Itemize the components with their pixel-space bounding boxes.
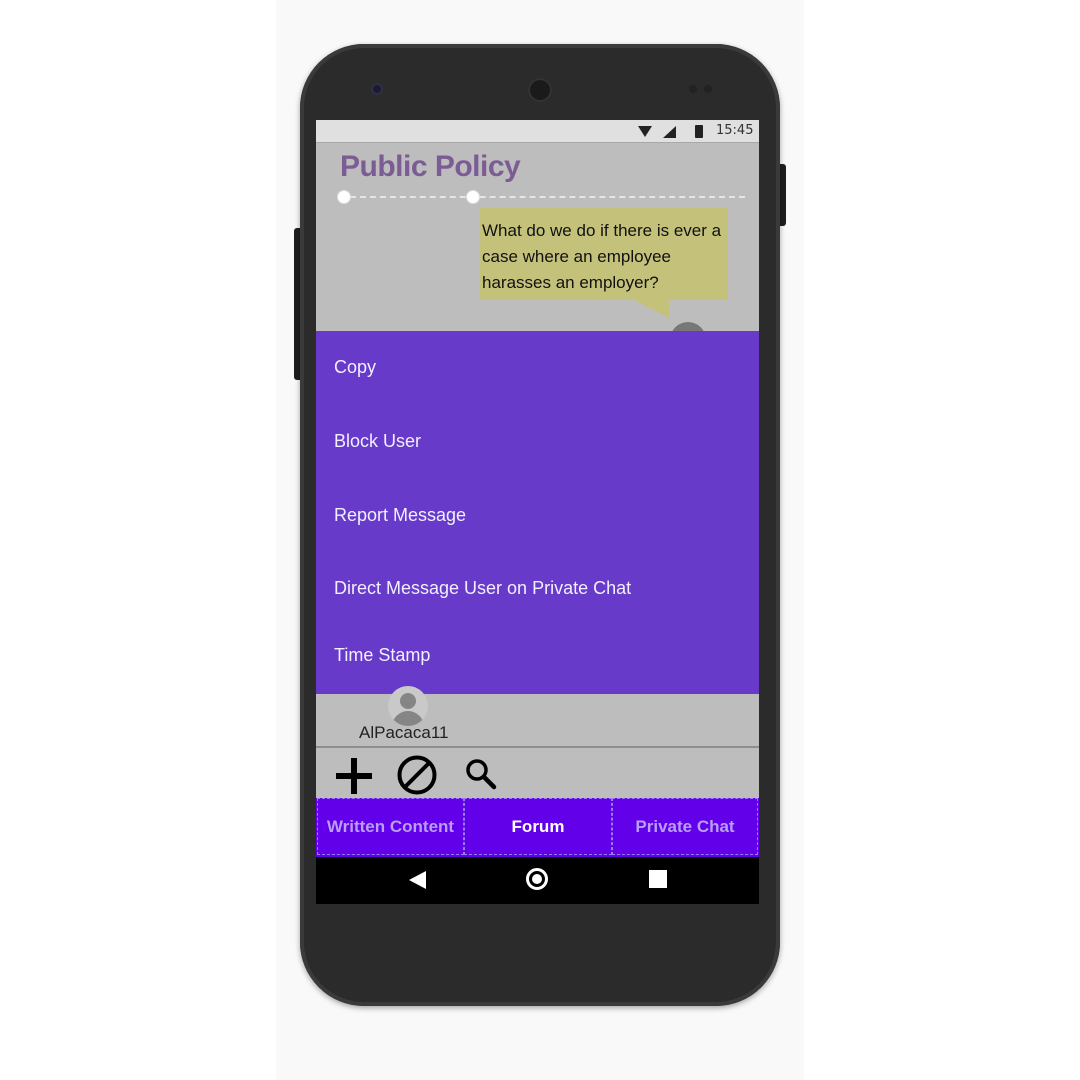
recents-icon[interactable] [649,870,667,888]
battery-icon [695,125,703,138]
selection-handle-right[interactable] [466,190,480,204]
menu-item-copy[interactable]: Copy [334,357,376,378]
power-button[interactable] [779,164,786,226]
navigation-bar [316,857,759,904]
username[interactable]: AlPacaca11 [359,723,448,743]
status-bar: 15:45 [316,120,759,143]
message-bubble-tail [634,300,669,318]
tab-private-chat[interactable]: Private Chat [612,798,758,855]
signal-icon [663,126,676,138]
light-sensor [704,85,712,93]
menu-item-block-user[interactable]: Block User [334,431,421,452]
context-menu: Copy Block User Report Message Direct Me… [316,331,759,694]
tab-bar: Written Content Forum Private Chat [316,798,759,857]
menu-item-direct-message[interactable]: Direct Message User on Private Chat [334,578,631,599]
wifi-icon [638,126,652,137]
toolbar-divider [316,746,759,748]
add-icon[interactable] [334,756,374,796]
page-title: Public Policy [340,150,521,183]
menu-item-time-stamp[interactable]: Time Stamp [334,645,430,666]
selection-handle-left[interactable] [337,190,351,204]
title-divider [340,196,745,198]
home-icon[interactable] [526,868,548,890]
message-bubble[interactable]: What do we do if there is ever a case wh… [480,208,728,300]
menu-item-report-message[interactable]: Report Message [334,505,466,526]
user-avatar[interactable] [388,686,428,726]
screen: 15:45 Public Policy What do we do if the… [316,120,759,904]
back-icon[interactable] [409,871,426,889]
tab-written-content[interactable]: Written Content [317,798,464,855]
proximity-sensor [689,85,697,93]
front-camera [371,83,383,95]
status-time: 15:45 [716,123,754,138]
tab-forum[interactable]: Forum [464,798,612,855]
block-icon[interactable] [396,754,438,796]
search-icon[interactable] [463,756,499,792]
earpiece-speaker [528,78,552,102]
